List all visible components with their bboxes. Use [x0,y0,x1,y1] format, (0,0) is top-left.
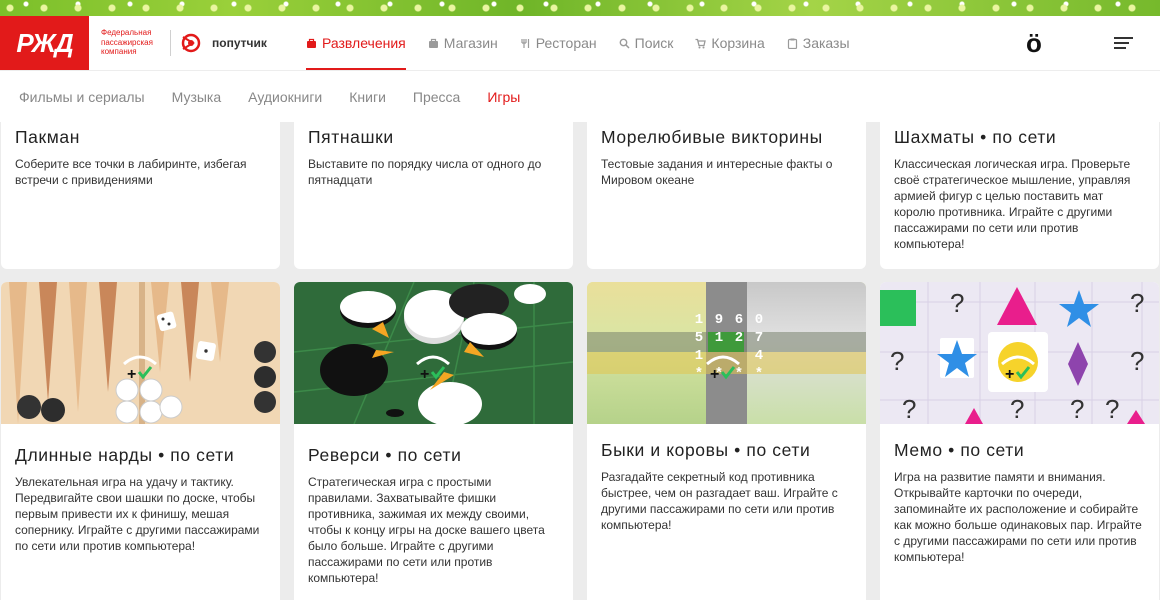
nav-search[interactable]: Поиск [619,16,674,70]
game-title: Шахматы • по сети [894,127,1057,147]
digit: 0 [754,312,764,328]
game-title: Мемо • по сети [894,440,1025,460]
game-description: Выставите по порядку числа от одного до … [308,157,542,187]
memo-tile-question: ? [902,394,917,424]
svg-text:+: + [420,366,429,382]
game-description: Разгадайте секретный код противника быст… [601,470,838,532]
divider [170,30,171,56]
game-description: Тестовые задания и интересные факты о Ми… [601,157,833,187]
svg-text:+: + [710,366,719,382]
top-header: РЖД Федеральная пассажирская компания по… [0,16,1160,70]
digit: 4 [754,348,764,364]
nav-label: Корзина [711,35,765,51]
game-title: Морелюбивые викторины [601,127,823,147]
bag-icon [307,38,316,48]
game-title: Пакман [15,127,80,147]
game-description: Классическая логическая игра. Проверьте … [894,157,1131,251]
digit: 1 [714,330,724,346]
game-card-15-puzzle[interactable]: Пятнашки Выставите по порядку числа от о… [294,114,573,269]
multiplayer-badge-icon: + [123,355,157,382]
game-description: Увлекательная игра на удачу и тактику. П… [15,475,260,553]
game-description: Стратегическая игра с простыми правилами… [308,475,545,585]
poputchik-mark-icon [181,33,201,53]
multiplayer-badge-icon: + [416,355,450,382]
nav-label: Развлечения [322,35,406,51]
game-card-memo[interactable]: ? ? ? ? ? ? ? ? Мемо • по сети Игра на р… [880,282,1159,600]
clipboard-icon [787,38,797,49]
multiplayer-badge-icon: + [1001,355,1035,382]
hamburger-menu-icon[interactable] [1114,37,1133,49]
memo-tile-question: ? [890,346,905,376]
digit: 2 [734,330,744,346]
memo-tile-question: ? [1105,394,1120,424]
game-title: Быки и коровы • по сети [601,440,811,460]
game-title: Пятнашки [308,127,394,147]
nav-label: Поиск [634,35,674,51]
game-card-backgammon[interactable]: Длинные нарды • по сети Увлекательная иг… [1,282,280,600]
fork-icon [521,38,529,48]
company-name: Федеральная пассажирская компания [101,28,153,56]
digit: 7 [754,330,764,346]
shop-icon [428,38,438,48]
nav-label: Ресторан [535,35,597,51]
brand-logo-o[interactable]: ö [1026,28,1042,59]
memo-tile-question: ? [1130,346,1145,376]
main-nav: Развлечения Магазин Ресторан Поиск Корзи… [306,16,872,70]
game-card-bulls-and-cows[interactable]: 1 9 6 0 5 1 2 7 1 4 * * * * Быки и коров… [587,282,866,600]
game-title: Реверси • по сети [308,445,462,465]
decorative-pattern-strip [0,0,1160,16]
memo-tile-question: ? [1130,288,1145,318]
rzd-logo[interactable]: РЖД [0,16,89,70]
memo-tile-question: ? [1010,394,1025,424]
multiplayer-badge-icon: + [706,355,740,382]
cart-icon [695,38,707,48]
svg-text:+: + [127,366,136,382]
nav-restaurant[interactable]: Ресторан [520,16,597,70]
nav-shop[interactable]: Магазин [428,16,498,70]
nav-entertainment[interactable]: Развлечения [306,16,406,70]
game-card-chess[interactable]: Шахматы • по сети Классическая логическа… [880,114,1159,269]
poputchik-label: попутчик [212,36,267,50]
nav-cart[interactable]: Корзина [695,16,765,70]
game-card-reversi[interactable]: Реверси • по сети Стратегическая игра с … [294,282,573,600]
game-title: Длинные нарды • по сети [15,445,235,465]
games-grid: Пакман Соберите все точки в лабиринте, и… [0,114,1160,600]
digit: 6 [734,312,744,328]
memo-tile-question: ? [1070,394,1085,424]
nav-orders[interactable]: Заказы [787,16,850,70]
memo-tile-question: ? [950,288,965,318]
search-icon [619,38,630,49]
game-card-pacman[interactable]: Пакман Соберите все точки в лабиринте, и… [1,114,280,269]
game-card-quiz[interactable]: Морелюбивые викторины Тестовые задания и… [587,114,866,269]
game-description: Игра на развитие памяти и внимания. Откр… [894,470,1142,564]
svg-text:+: + [1005,366,1014,382]
digit: 1 [694,312,704,328]
nav-label: Заказы [802,35,850,51]
digit: 9 [714,312,724,328]
game-description: Соберите все точки в лабиринте, избегая … [15,157,247,187]
poputchik-logo[interactable]: попутчик [181,33,267,53]
rzd-logo-text: РЖД [16,27,73,58]
digit: * [754,366,764,382]
nav-label: Магазин [443,35,498,51]
digit: 5 [694,330,704,346]
